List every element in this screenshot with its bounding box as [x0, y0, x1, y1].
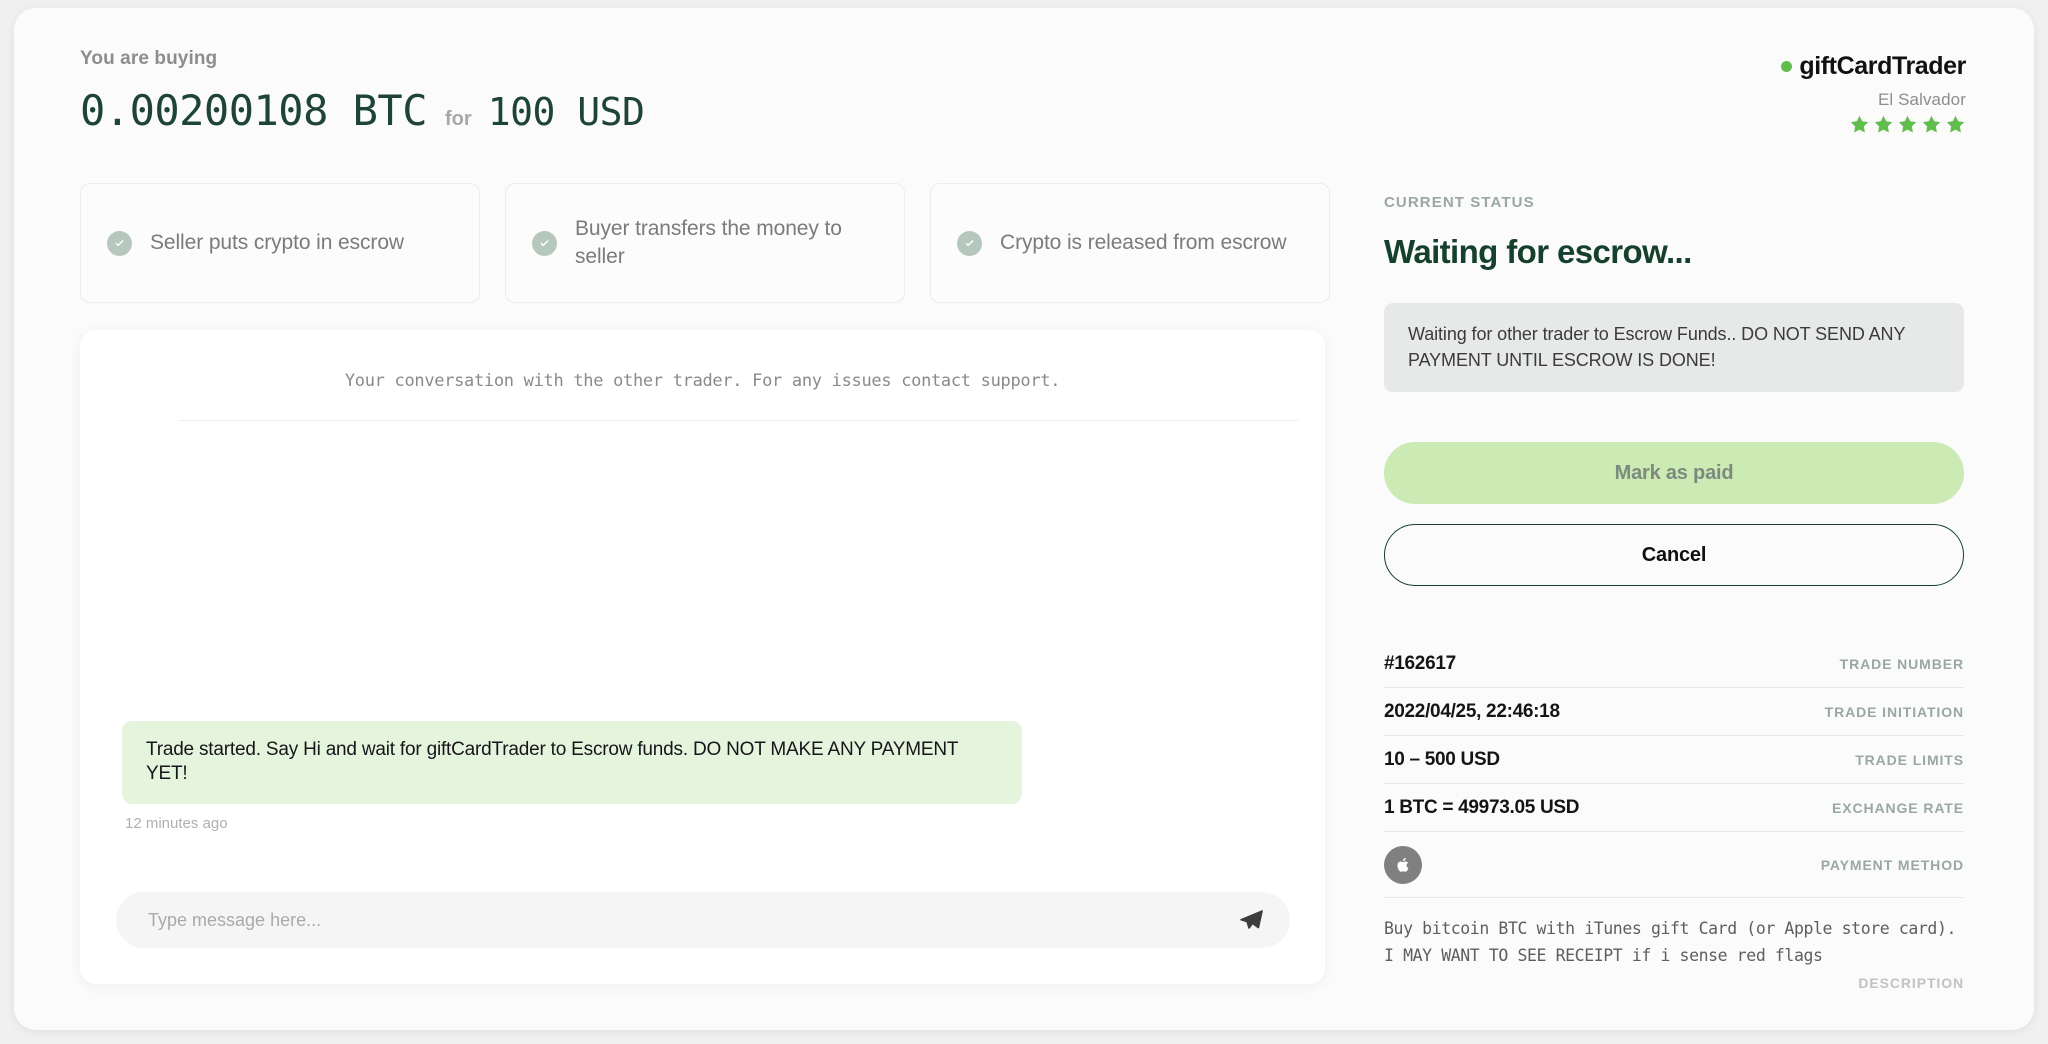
chat-composer[interactable] [116, 892, 1290, 948]
trade-status-sidebar: CURRENT STATUS Waiting for escrow... Wai… [1384, 194, 1964, 991]
detail-row-exchange-rate: 1 BTC = 49973.05 USD EXCHANGE RATE [1384, 784, 1964, 833]
trader-rating-stars [1781, 114, 1966, 135]
star-icon [1850, 115, 1869, 133]
detail-row-trade-initiation: 2022/04/25, 22:46:18 TRADE INITIATION [1384, 688, 1964, 737]
step-label: Seller puts crypto in escrow [150, 231, 404, 255]
star-icon [1874, 115, 1893, 133]
detail-key: EXCHANGE RATE [1831, 799, 1964, 816]
check-circle-icon [107, 230, 132, 256]
detail-row-payment-method: PAYMENT METHOD [1384, 832, 1964, 899]
status-eyebrow: CURRENT STATUS [1384, 194, 1535, 211]
star-icon [1898, 115, 1917, 133]
mark-as-paid-button[interactable]: Mark as paid [1384, 442, 1964, 505]
detail-value: 2022/04/25, 22:46:18 [1384, 700, 1560, 722]
step-card-buyer-transfer: Buyer transfers the money to seller [505, 183, 905, 303]
chat-message: Trade started. Say Hi and wait for giftC… [122, 720, 1022, 832]
escrow-steps: Seller puts crypto in escrow Buyer trans… [80, 183, 1330, 303]
chat-message-timestamp: 12 minutes ago [125, 815, 228, 832]
send-paper-plane-icon [1240, 910, 1263, 929]
trader-brand: giftCardTrader El Salvador [1781, 52, 1966, 135]
check-circle-icon [957, 230, 982, 256]
detail-value: #162617 [1384, 652, 1456, 674]
chat-divider [180, 420, 1299, 421]
detail-key: TRADE LIMITS [1855, 751, 1964, 768]
trader-country: El Salvador [1877, 90, 1966, 109]
message-input[interactable] [148, 909, 1226, 931]
trade-page-card: You are buying 0.00200108 BTC for 100 US… [14, 8, 2034, 1030]
detail-key: TRADE INITIATION [1824, 703, 1964, 720]
chat-intro-text: Your conversation with the other trader.… [344, 371, 1061, 391]
crypto-amount: 0.00200108 BTC [80, 86, 428, 135]
step-card-crypto-released: Crypto is released from escrow [930, 183, 1330, 303]
send-button[interactable] [1238, 907, 1264, 933]
step-card-seller-escrow: Seller puts crypto in escrow [80, 183, 480, 303]
star-icon [1946, 115, 1965, 133]
status-note: Waiting for other trader to Escrow Funds… [1384, 303, 1964, 393]
apple-logo-icon [1384, 845, 1422, 884]
fiat-amount: 100 USD [487, 90, 645, 134]
chat-message-list[interactable]: Trade started. Say Hi and wait for giftC… [116, 425, 1289, 864]
detail-value: 1 BTC = 49973.05 USD [1384, 796, 1580, 818]
trader-name: giftCardTrader [1799, 52, 1966, 80]
detail-row-trade-limits: 10 – 500 USD TRADE LIMITS [1384, 736, 1964, 785]
buying-label: You are buying [80, 48, 218, 69]
check-circle-icon [532, 230, 557, 256]
description-key: DESCRIPTION [1858, 974, 1964, 991]
detail-key: PAYMENT METHOD [1820, 856, 1964, 873]
detail-row-trade-number: #162617 TRADE NUMBER [1384, 640, 1964, 689]
trade-details-list: #162617 TRADE NUMBER 2022/04/25, 22:46:1… [1384, 640, 1964, 899]
description-text: Buy bitcoin BTC with iTunes gift Card (o… [1384, 919, 1957, 965]
for-label: for [445, 108, 472, 130]
chat-panel: Your conversation with the other trader.… [80, 330, 1325, 984]
step-label: Buyer transfers the money to seller [575, 217, 842, 268]
cancel-button[interactable]: Cancel [1384, 524, 1964, 587]
chat-message-text: Trade started. Say Hi and wait for giftC… [122, 720, 1022, 804]
detail-value: 10 – 500 USD [1384, 748, 1500, 770]
trade-description: Buy bitcoin BTC with iTunes gift Card (o… [1384, 916, 1964, 990]
trade-amount-header: You are buying 0.00200108 BTC for 100 US… [80, 48, 645, 135]
step-label: Crypto is released from escrow [1000, 231, 1287, 255]
brand-name-row: giftCardTrader [1781, 52, 1966, 81]
detail-key: TRADE NUMBER [1839, 655, 1964, 672]
star-icon [1922, 115, 1941, 133]
amount-row: 0.00200108 BTC for 100 USD [80, 86, 645, 135]
status-dot-icon [1781, 61, 1793, 72]
status-title: Waiting for escrow... [1384, 233, 1692, 270]
